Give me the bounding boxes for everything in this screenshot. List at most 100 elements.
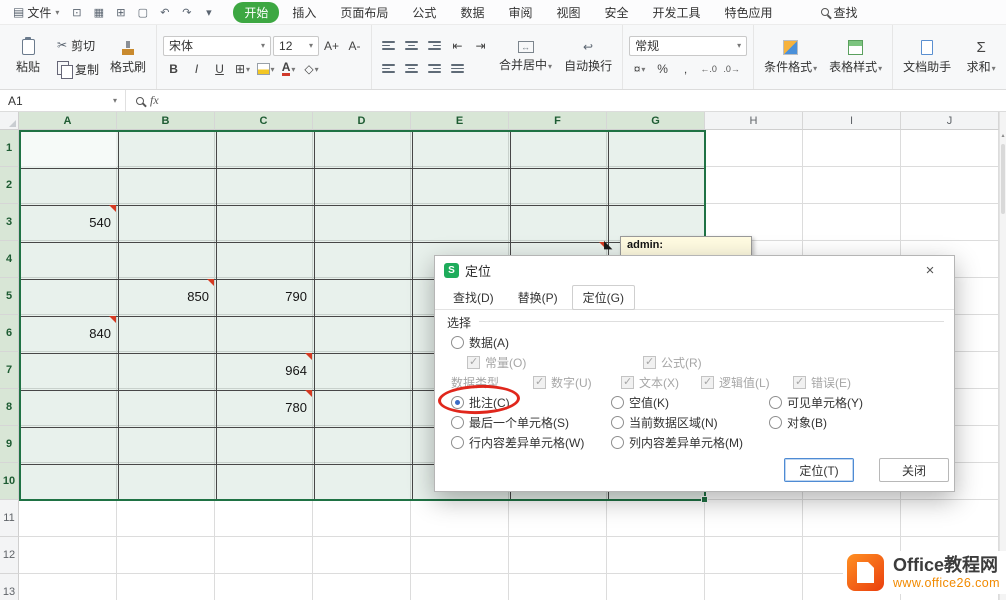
formula-input[interactable] — [169, 90, 1006, 111]
menu-tab-9[interactable]: 特色应用 — [714, 2, 784, 23]
column-header-F[interactable]: F — [509, 112, 607, 130]
menu-tab-5[interactable]: 审阅 — [497, 2, 543, 23]
cell-C7[interactable]: 964 — [215, 352, 313, 389]
row-header-3[interactable]: 3 — [0, 204, 19, 241]
radio-col-differences[interactable]: 列内容差异单元格(M) — [611, 434, 743, 451]
menu-tab-4[interactable]: 数据 — [449, 2, 495, 23]
cell-A6[interactable]: 840 — [19, 315, 117, 352]
select-all-corner[interactable] — [0, 112, 19, 130]
row-header-1[interactable]: 1 — [0, 130, 19, 167]
borders-button[interactable]: ⊞▾ — [232, 60, 253, 79]
dialog-tab-1[interactable]: 替换(P) — [508, 286, 568, 309]
cell-C5[interactable]: 790 — [215, 278, 313, 315]
column-header-A[interactable]: A — [19, 112, 117, 130]
fill-handle[interactable] — [701, 496, 708, 503]
shrink-font-button[interactable]: A- — [344, 36, 365, 55]
menu-tab-1[interactable]: 插入 — [281, 2, 327, 23]
menu-tab-0[interactable]: 开始 — [233, 2, 279, 23]
goto-button[interactable]: 定位(T) — [784, 458, 854, 482]
print-preview-icon[interactable]: ⊞ — [111, 3, 130, 21]
zoom-icon[interactable] — [136, 97, 144, 105]
radio-blanks[interactable]: 空值(K) — [611, 394, 669, 411]
justify-button[interactable] — [447, 59, 468, 78]
increase-indent-button[interactable]: ⇥ — [470, 36, 491, 55]
row-header-7[interactable]: 7 — [0, 352, 19, 389]
row-header-4[interactable]: 4 — [0, 241, 19, 278]
undo-icon[interactable]: ↶ — [155, 3, 174, 21]
underline-button[interactable]: U — [209, 60, 230, 79]
align-top-button[interactable] — [378, 36, 399, 55]
row-header-13[interactable]: 13 — [0, 574, 19, 600]
font-name-select[interactable]: 宋体 ▾ — [163, 36, 271, 56]
paste-button[interactable]: 粘贴 — [6, 37, 50, 77]
sum-button[interactable]: Σ 求和▾ — [959, 38, 1003, 77]
align-middle-button[interactable] — [401, 36, 422, 55]
dialog-tab-0[interactable]: 查找(D) — [443, 286, 504, 309]
more-commands-icon[interactable]: ▾ — [199, 3, 218, 21]
column-header-H[interactable]: H — [705, 112, 803, 130]
percent-button[interactable]: % — [652, 60, 673, 79]
cell-B5[interactable]: 850 — [117, 278, 215, 315]
row-header-12[interactable]: 12 — [0, 537, 19, 574]
conditional-format-button[interactable]: 条件格式▾ — [760, 38, 821, 77]
format-painter-button[interactable]: 格式刷 — [106, 38, 150, 77]
decrease-decimal-button[interactable]: .0→ — [721, 60, 742, 79]
column-header-E[interactable]: E — [411, 112, 509, 130]
bold-button[interactable]: B — [163, 60, 184, 79]
align-center-button[interactable] — [401, 59, 422, 78]
close-button[interactable]: 关闭 — [879, 458, 949, 482]
print-icon[interactable]: ▦ — [89, 3, 108, 21]
radio-current-region[interactable]: 当前数据区域(N) — [611, 414, 718, 431]
scrollbar-thumb[interactable] — [1001, 144, 1005, 214]
column-header-I[interactable]: I — [803, 112, 901, 130]
radio-last-cell[interactable]: 最后一个单元格(S) — [451, 414, 569, 431]
column-header-G[interactable]: G — [607, 112, 705, 130]
menu-tab-2[interactable]: 页面布局 — [329, 2, 399, 23]
copy-button[interactable]: 复制 — [54, 60, 102, 79]
menu-tab-7[interactable]: 安全 — [593, 2, 639, 23]
align-bottom-button[interactable] — [424, 36, 445, 55]
align-right-button[interactable] — [424, 59, 445, 78]
align-left-button[interactable] — [378, 59, 399, 78]
row-header-9[interactable]: 9 — [0, 426, 19, 463]
merge-center-button[interactable]: ↔ 合并居中▾ — [495, 39, 556, 75]
find-button[interactable]: 查找 — [821, 4, 858, 21]
decrease-indent-button[interactable]: ⇤ — [447, 36, 468, 55]
doc-assistant-button[interactable]: 文档助手 — [899, 38, 955, 77]
increase-decimal-button[interactable]: ←.0 — [698, 60, 719, 79]
fx-icon[interactable]: fx — [150, 93, 159, 108]
column-header-J[interactable]: J — [901, 112, 999, 130]
column-header-B[interactable]: B — [117, 112, 215, 130]
redo-icon[interactable]: ↷ — [177, 3, 196, 21]
column-header-C[interactable]: C — [215, 112, 313, 130]
radio-row-differences[interactable]: 行内容差异单元格(W) — [451, 434, 584, 451]
menu-tab-6[interactable]: 视图 — [545, 2, 591, 23]
menu-tab-8[interactable]: 开发工具 — [642, 2, 712, 23]
cell-C8[interactable]: 780 — [215, 389, 313, 426]
cell-A3[interactable]: 540 — [19, 204, 117, 241]
font-color-button[interactable]: A▾ — [278, 60, 299, 79]
grow-font-button[interactable]: A+ — [321, 36, 342, 55]
fill-color-button[interactable]: ▾ — [255, 60, 276, 79]
row-header-5[interactable]: 5 — [0, 278, 19, 315]
shape-fill-button[interactable]: ◇▾ — [301, 60, 322, 79]
currency-button[interactable]: ¤▾ — [629, 60, 650, 79]
row-header-2[interactable]: 2 — [0, 167, 19, 204]
radio-data[interactable]: 数据(A) — [451, 334, 509, 351]
row-header-6[interactable]: 6 — [0, 315, 19, 352]
radio-objects[interactable]: 对象(B) — [769, 414, 827, 431]
menu-tab-3[interactable]: 公式 — [401, 2, 447, 23]
font-size-select[interactable]: 12 ▾ — [273, 36, 319, 56]
save-icon[interactable]: ⊡ — [67, 3, 86, 21]
number-format-select[interactable]: 常规 ▾ — [629, 36, 747, 56]
row-header-11[interactable]: 11 — [0, 500, 19, 537]
file-menu[interactable]: ▤ 文件 ▾ — [8, 4, 64, 21]
vertical-scrollbar[interactable]: ▴ — [999, 112, 1006, 600]
wrap-text-button[interactable]: ↩ 自动换行 — [560, 38, 616, 76]
row-header-8[interactable]: 8 — [0, 389, 19, 426]
italic-button[interactable]: I — [186, 60, 207, 79]
dialog-close-icon[interactable]: × — [915, 259, 945, 281]
row-header-10[interactable]: 10 — [0, 463, 19, 500]
table-style-button[interactable]: 表格样式▾ — [825, 38, 886, 77]
name-box[interactable]: A1 ▾ — [0, 90, 126, 111]
